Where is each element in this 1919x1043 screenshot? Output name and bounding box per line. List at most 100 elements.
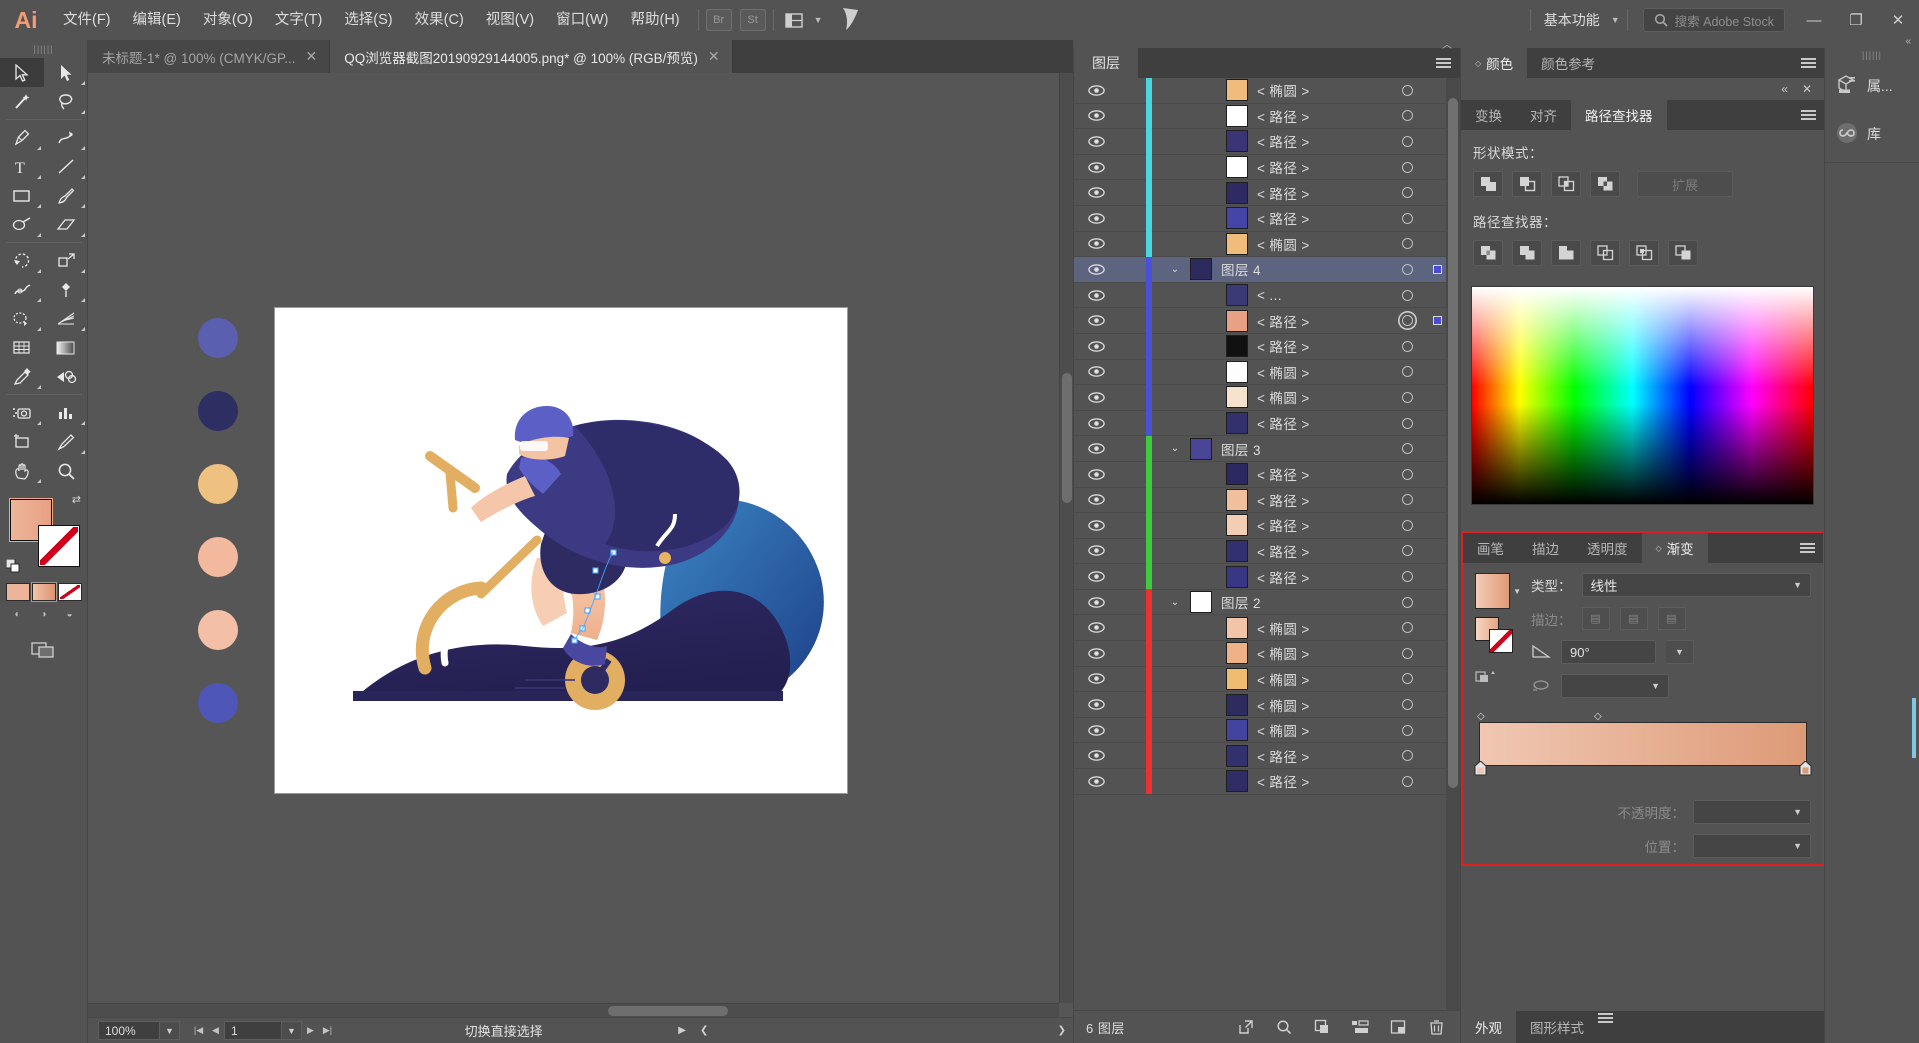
gradient-tool[interactable] <box>44 333 88 362</box>
layer-item-row[interactable]: < 椭圆 > <box>1074 640 1447 667</box>
layer-name-label[interactable]: < 路径 > <box>1248 771 1387 791</box>
arrange-documents-button[interactable]: ▼ <box>784 12 823 28</box>
gradient-stop-end[interactable] <box>1799 760 1812 779</box>
delete-selection-icon[interactable] <box>1417 1011 1455 1043</box>
layers-list[interactable]: < 椭圆 > < 路径 > < 路径 > < 路径 > < 路径 > < 路径 > < 椭圆… <box>1074 78 1447 1010</box>
menu-help[interactable]: 帮助(H) <box>619 0 690 40</box>
visibility-toggle-icon[interactable] <box>1074 571 1118 582</box>
visibility-toggle-icon[interactable] <box>1074 366 1118 378</box>
tab-color[interactable]: ◇ 颜色 <box>1461 48 1528 78</box>
target-indicator[interactable] <box>1387 699 1427 711</box>
visibility-toggle-icon[interactable] <box>1074 187 1118 198</box>
pathfinder-panel-menu-icon[interactable] <box>1792 100 1824 130</box>
perspective-grid-tool[interactable] <box>44 304 88 333</box>
layer-name-label[interactable]: < 路径 > <box>1248 490 1387 510</box>
layer-name-label[interactable]: < 路径 > <box>1248 336 1387 356</box>
document-tab-2[interactable]: QQ浏览器截图20190929144005.png* @ 100% (RGB/预… <box>330 40 733 73</box>
screen-mode-button[interactable] <box>0 639 87 659</box>
gradient-aspect-select[interactable]: ▼ <box>1561 674 1669 698</box>
visibility-toggle-icon[interactable] <box>1074 648 1118 659</box>
layer-name-label[interactable]: < 路径 > <box>1248 106 1387 126</box>
selection-indicator[interactable] <box>1427 316 1447 326</box>
layer-item-row[interactable]: < ... <box>1074 282 1447 309</box>
artboard-number-input[interactable]: 1 <box>224 1021 282 1040</box>
layer-item-row[interactable]: < 路径 > <box>1074 487 1447 514</box>
layer-item-row[interactable]: < 椭圆 > <box>1074 614 1447 642</box>
free-transform-tool[interactable] <box>44 275 88 304</box>
minus-front-icon[interactable] <box>1512 171 1542 197</box>
visibility-toggle-icon[interactable] <box>1074 443 1118 454</box>
menu-file[interactable]: 文件(F) <box>52 0 122 40</box>
layer-name-label[interactable]: < 路径 > <box>1248 515 1387 535</box>
visibility-toggle-icon[interactable] <box>1074 673 1118 685</box>
target-indicator[interactable] <box>1387 315 1427 327</box>
visibility-toggle-icon[interactable] <box>1074 468 1118 480</box>
target-indicator[interactable] <box>1387 545 1427 557</box>
expand-button[interactable]: 扩展 <box>1637 171 1733 197</box>
layer-item-row[interactable]: < 椭圆 > <box>1074 691 1447 718</box>
make-clipping-mask-icon[interactable] <box>1303 1011 1341 1043</box>
target-indicator[interactable] <box>1387 110 1427 122</box>
canvas-area[interactable] <box>88 73 1073 1017</box>
tab-transform[interactable]: 变换 <box>1461 100 1516 130</box>
none-fill-button[interactable] <box>57 583 82 601</box>
layer-item-row[interactable]: < 路径 > <box>1074 563 1447 590</box>
disclosure-triangle-icon[interactable]: ⌄ <box>1160 443 1190 454</box>
artboard[interactable] <box>274 307 848 794</box>
target-indicator[interactable] <box>1387 647 1427 659</box>
visibility-toggle-icon[interactable] <box>1074 213 1118 224</box>
menu-edit[interactable]: 编辑(E) <box>122 0 192 40</box>
layer-item-row[interactable]: < 路径 > <box>1074 128 1447 155</box>
gradient-type-select[interactable]: 线性 ▼ <box>1581 573 1811 597</box>
layer-name-label[interactable]: < 椭圆 > <box>1248 387 1387 407</box>
bridge-button[interactable]: Br <box>705 9 732 31</box>
shape-builder-tool[interactable] <box>0 304 44 333</box>
layer-item-row[interactable]: < 椭圆 > <box>1074 359 1447 386</box>
gradient-preview-swatch[interactable] <box>1475 573 1511 609</box>
layer-name-label[interactable]: < 椭圆 > <box>1248 80 1387 100</box>
swap-fill-stroke-icon[interactable]: ⇄ <box>72 493 81 506</box>
canvas-vertical-scrollbar[interactable] <box>1059 73 1073 1003</box>
layer-row[interactable]: ⌄ 图层 4 <box>1074 256 1447 283</box>
visibility-toggle-icon[interactable] <box>1074 238 1118 250</box>
visibility-toggle-icon[interactable] <box>1074 264 1118 275</box>
pen-tool[interactable] <box>0 123 44 152</box>
lasso-tool[interactable] <box>44 87 88 116</box>
layer-name-label[interactable]: 图层 4 <box>1212 259 1387 279</box>
zoom-level-input[interactable]: 100% <box>98 1021 160 1040</box>
target-indicator[interactable] <box>1387 161 1427 173</box>
eyedropper-tool[interactable] <box>0 362 44 391</box>
tab-stroke[interactable]: 描边 <box>1518 533 1573 563</box>
paintbrush-tool[interactable] <box>44 181 88 210</box>
blend-tool[interactable] <box>44 362 88 391</box>
canvas-horizontal-scrollbar[interactable] <box>88 1003 1059 1017</box>
layer-name-label[interactable]: < 路径 > <box>1248 131 1387 151</box>
draw-inside-icon[interactable]: ◒ <box>58 606 82 623</box>
document-tab-1[interactable]: 未标题-1* @ 100% (CMYK/GP... ✕ <box>88 40 331 73</box>
window-restore-button[interactable]: ❐ <box>1835 0 1877 40</box>
gradient-angle-input[interactable]: 90° <box>1561 640 1656 664</box>
scale-tool[interactable] <box>44 246 88 275</box>
default-fill-stroke-icon[interactable] <box>5 558 20 573</box>
rotate-tool[interactable] <box>0 246 44 275</box>
gradient-opacity-select[interactable]: ▼ <box>1693 800 1811 824</box>
layer-name-label[interactable]: 图层 2 <box>1212 592 1387 612</box>
layer-name-label[interactable]: < 路径 > <box>1248 311 1387 331</box>
width-tool[interactable] <box>0 275 44 304</box>
tab-graphic-styles[interactable]: 图形样式 <box>1516 1011 1598 1043</box>
gradient-stroke-swatch[interactable] <box>1489 629 1513 653</box>
visibility-toggle-icon[interactable] <box>1074 110 1118 122</box>
tab-align[interactable]: 对齐 <box>1516 100 1571 130</box>
chevron-down-icon[interactable]: ▼ <box>1513 587 1521 596</box>
visibility-toggle-icon[interactable] <box>1074 340 1118 352</box>
tab-pathfinder[interactable]: 路径查找器 <box>1571 100 1667 130</box>
collapse-icon[interactable]: « <box>1781 82 1788 96</box>
hand-tool[interactable] <box>0 456 44 485</box>
merge-icon[interactable] <box>1551 240 1581 266</box>
layer-name-label[interactable]: < 椭圆 > <box>1248 234 1387 254</box>
layer-row[interactable]: ⌄ 图层 3 <box>1074 435 1447 462</box>
stroke-within-icon[interactable]: ▤ <box>1581 607 1610 630</box>
visibility-toggle-icon[interactable] <box>1074 520 1118 531</box>
workspace-switcher[interactable]: 基本功能 ▼ <box>1538 10 1620 30</box>
shaper-tool[interactable] <box>0 210 44 239</box>
